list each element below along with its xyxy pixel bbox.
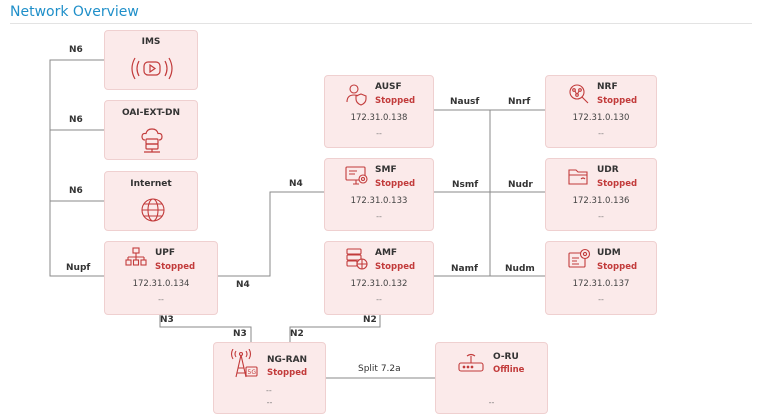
status-badge: Stopped <box>375 262 416 272</box>
link-label-nudr: Nudr <box>508 180 533 190</box>
status-badge: Stopped <box>375 96 416 106</box>
node-ng-ran[interactable]: 5G NG-RAN Stopped -- -- <box>213 342 326 414</box>
node-amf[interactable]: AMF Stopped 172.31.0.132 -- <box>324 241 434 315</box>
link-label-n4-smf: N4 <box>289 179 303 189</box>
search-nodes-icon <box>569 84 589 104</box>
node-ausf[interactable]: AUSF Stopped 172.31.0.138 -- <box>324 75 434 148</box>
link-label-nausf: Nausf <box>450 97 480 107</box>
node-extra: -- <box>488 398 495 407</box>
ip-address: 172.31.0.133 <box>350 196 408 206</box>
node-name: UDR <box>597 165 619 175</box>
broadcast-video-icon <box>131 57 173 80</box>
ip-address: 172.31.0.130 <box>572 113 630 123</box>
antenna-5g-icon: 5G <box>230 349 258 378</box>
link-label-n6-internet: N6 <box>69 186 83 196</box>
svg-text:5G: 5G <box>248 369 257 376</box>
link-label-n6-oai: N6 <box>69 115 83 125</box>
node-name: OAI-EXT-DN <box>121 108 181 118</box>
node-nrf[interactable]: NRF Stopped 172.31.0.130 -- <box>545 75 657 148</box>
link-label-n6-ims: N6 <box>69 45 83 55</box>
settings-card-icon <box>568 248 591 268</box>
link-label-nnrf: Nnrf <box>508 97 531 107</box>
globe-www-icon <box>141 198 165 222</box>
link-label-n4-upf: N4 <box>236 280 250 290</box>
node-name: Internet <box>130 179 172 189</box>
link-label-n2-amf: N2 <box>363 315 377 325</box>
node-name: NG-RAN <box>267 355 308 365</box>
router-icon <box>458 353 484 372</box>
cloud-server-icon <box>141 128 163 153</box>
node-extra: -- <box>598 212 604 221</box>
node-name: AMF <box>375 248 398 258</box>
link-label-n3-upf: N3 <box>160 315 174 325</box>
ip-address: 172.31.0.134 <box>132 279 190 289</box>
node-o-ru[interactable]: O-RU Offline -- <box>435 342 548 414</box>
ip-address: 172.31.0.137 <box>572 279 630 289</box>
node-extra: -- <box>376 295 382 304</box>
node-extra: -- <box>376 212 382 221</box>
network-nodes-icon <box>125 247 147 266</box>
ip-address: 172.31.0.138 <box>350 113 408 123</box>
node-oai-ext-dn[interactable]: OAI-EXT-DN <box>104 100 198 160</box>
node-extra: -- <box>598 295 604 304</box>
user-shield-icon <box>346 84 367 106</box>
status-badge: Stopped <box>597 179 638 189</box>
node-udm[interactable]: UDM Stopped 172.31.0.137 -- <box>545 241 657 315</box>
link-label-n3-ran: N3 <box>233 329 247 339</box>
node-name: NRF <box>597 82 618 92</box>
node-upf[interactable]: UPF Stopped 172.31.0.134 -- <box>104 241 218 315</box>
node-name: AUSF <box>375 82 402 92</box>
node-ims[interactable]: IMS <box>104 30 198 90</box>
status-badge: Offline <box>493 365 525 375</box>
node-extra: -- <box>158 295 164 304</box>
node-extra: -- <box>266 398 273 407</box>
node-name: UDM <box>597 248 621 258</box>
node-name: SMF <box>375 165 397 175</box>
ip-address: 172.31.0.132 <box>350 279 408 289</box>
node-extra: -- <box>266 386 272 395</box>
status-badge: Stopped <box>597 262 638 272</box>
node-extra: -- <box>598 129 604 138</box>
node-extra: -- <box>376 129 382 138</box>
node-name: UPF <box>155 248 176 258</box>
link-label-nudm: Nudm <box>505 264 535 274</box>
node-smf[interactable]: SMF Stopped 172.31.0.133 -- <box>324 158 434 231</box>
server-globe-icon <box>346 248 368 270</box>
status-badge: Stopped <box>597 96 638 106</box>
monitor-settings-icon <box>345 166 368 185</box>
folder-icon <box>568 169 588 185</box>
link-label-nsmf: Nsmf <box>452 180 479 190</box>
link-n4 <box>218 191 324 277</box>
link-label-split: Split 7.2a <box>358 364 401 374</box>
node-udr[interactable]: UDR Stopped 172.31.0.136 -- <box>545 158 657 231</box>
link-n6-trunk <box>49 59 104 277</box>
status-badge: Stopped <box>375 179 416 189</box>
node-name: O-RU <box>493 352 519 362</box>
status-badge: Stopped <box>155 262 196 272</box>
link-label-nupf: Nupf <box>66 263 91 273</box>
node-internet[interactable]: Internet <box>104 171 198 231</box>
node-name: IMS <box>141 37 161 47</box>
link-label-n2-ran: N2 <box>290 329 304 339</box>
link-label-namf: Namf <box>451 264 478 274</box>
status-badge: Stopped <box>267 368 308 378</box>
ip-address: 172.31.0.136 <box>572 196 630 206</box>
